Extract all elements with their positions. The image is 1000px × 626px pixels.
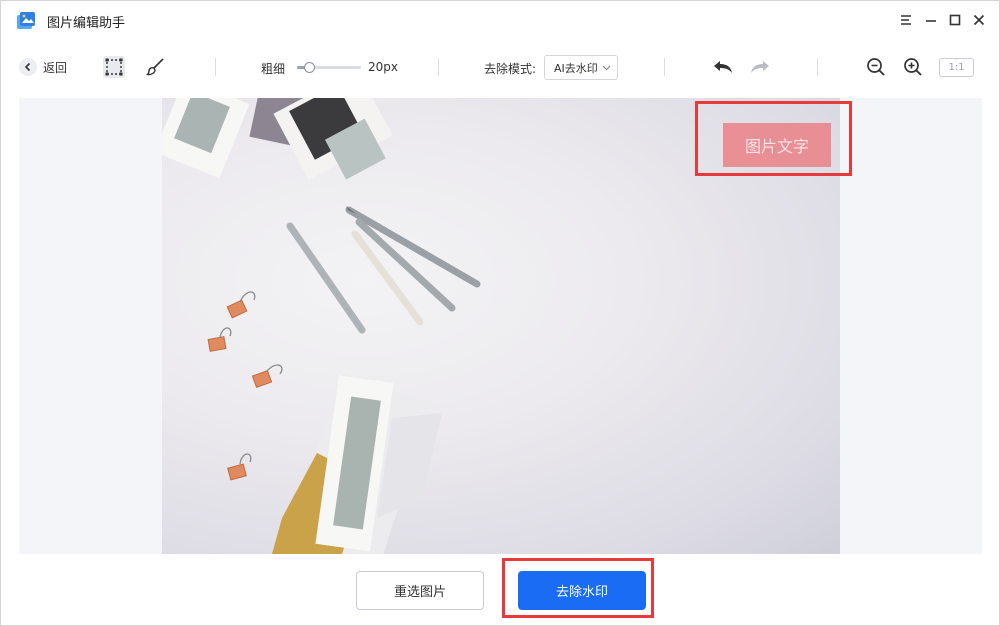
redo-button[interactable] [749,58,771,76]
minimize-icon [926,20,936,22]
rect-select-tool[interactable] [103,56,125,78]
toolbar: 返回 粗细 20px 去除模式: AI去水印 1:1 [1,45,999,91]
zoom-out-icon [867,58,885,76]
app-window: 图片编辑助手 返回 粗细 20px 去除模式: AI去水印 1:1 图片文字 重… [0,0,1000,626]
brush-icon [146,58,164,76]
minimize-button[interactable] [920,9,942,31]
toolbar-divider [817,58,818,76]
toolbar-divider [215,58,216,76]
undo-icon [714,61,732,73]
reselect-image-button[interactable]: 重选图片 [356,571,484,610]
menu-icon [901,15,911,25]
zoom-out-button[interactable] [866,57,886,77]
back-label: 返回 [43,60,68,75]
brush-size-value: 20px [368,60,398,74]
app-title: 图片编辑助手 [47,16,126,31]
brush-size-label: 粗细 [261,62,286,76]
zoom-in-icon [904,58,922,76]
actual-size-button[interactable]: 1:1 [939,58,974,77]
zoom-in-button[interactable] [903,57,923,77]
brush-tool[interactable] [146,57,166,77]
maximize-button[interactable] [944,9,966,31]
redo-icon [751,61,769,73]
watermark-highlight-box [695,101,852,176]
toolbar-divider [438,58,439,76]
rect-select-icon [103,56,125,78]
back-icon [19,58,37,76]
mode-select[interactable]: AI去水印 [544,55,618,80]
toolbar-divider [664,58,665,76]
title-bar: 图片编辑助手 [1,1,999,41]
back-button[interactable]: 返回 [19,58,67,76]
maximize-icon [949,14,961,26]
app-logo-icon [17,12,35,29]
remove-watermark-button[interactable]: 去除水印 [518,571,646,610]
undo-button[interactable] [712,58,734,76]
close-button[interactable] [968,9,990,31]
brush-size-slider-handle[interactable] [304,62,316,73]
menu-button[interactable] [895,9,917,31]
mode-select-value: AI去水印 [554,61,598,75]
mode-label: 去除模式: [484,62,537,76]
close-icon [973,14,985,26]
chevron-down-icon [602,65,611,71]
